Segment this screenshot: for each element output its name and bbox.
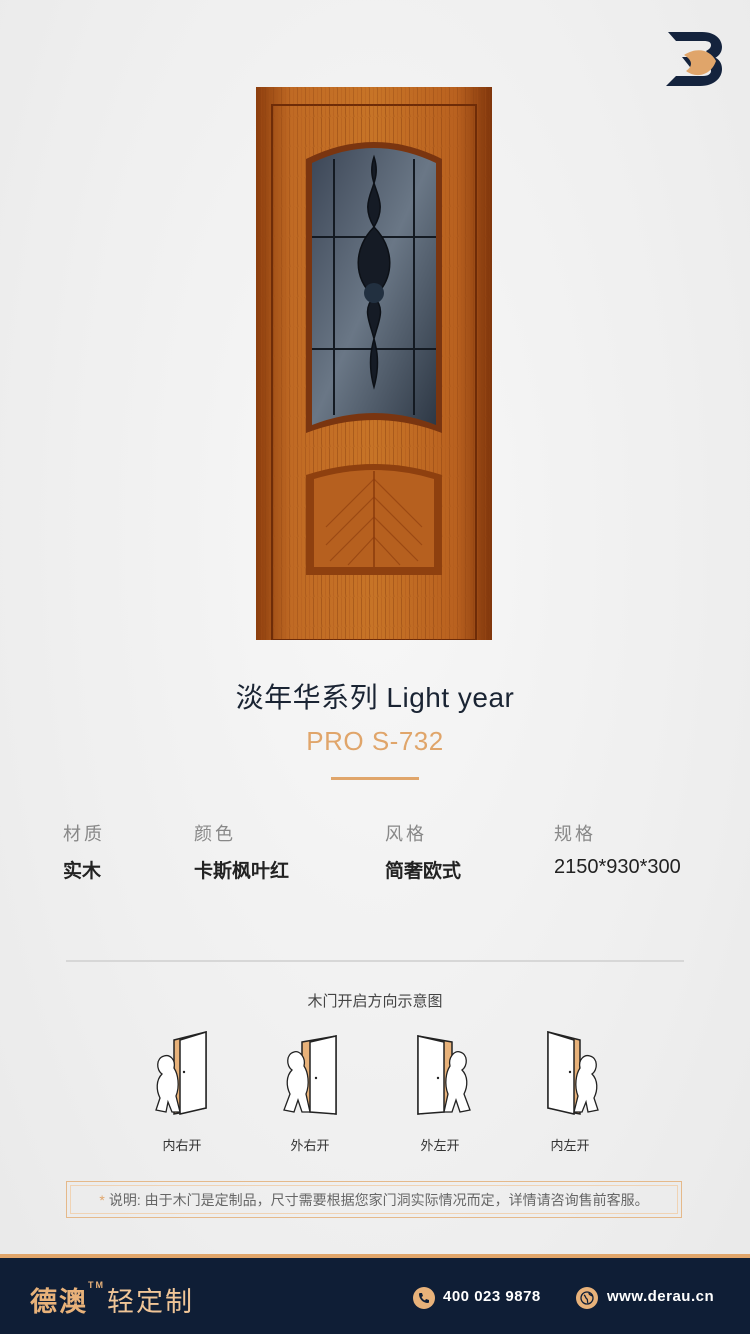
door-open-inner-right-icon	[155, 1030, 207, 1115]
spec-label-size: 规格	[554, 824, 596, 844]
spec-value-style: 简奢欧式	[385, 861, 462, 882]
model-underline	[331, 777, 419, 780]
footer-brand-suffix: 轻定制	[107, 1287, 194, 1317]
brand-logo-icon	[666, 32, 722, 86]
spec-label-material: 材质	[63, 824, 105, 844]
footer-brand: 德澳TM轻定制	[30, 1280, 194, 1319]
door-caption-outer-left: 外左开	[420, 1138, 460, 1153]
door-caption-inner-right: 内右开	[162, 1138, 202, 1153]
spec-value-color: 卡斯枫叶红	[194, 861, 290, 882]
footer-brand-name: 德澳	[30, 1287, 88, 1317]
door-open-inner-left-icon	[547, 1030, 599, 1115]
globe-icon	[576, 1287, 598, 1309]
note-text: 说明: 由于木门是定制品，尺寸需要根据您家门洞实际情况而定，详情请咨询售前客服。	[108, 1191, 649, 1208]
spec-value-material: 实木	[63, 861, 102, 882]
section-divider	[66, 960, 684, 962]
footer-bar: 德澳TM轻定制 400 023 9878 www.derau.cn	[0, 1254, 750, 1334]
phone-number[interactable]: 400 023 9878	[443, 1288, 541, 1305]
model-code: PRO S-732	[306, 726, 444, 756]
note-star: *	[99, 1191, 105, 1208]
door-caption-inner-left: 内左开	[550, 1138, 590, 1153]
series-title: 淡年华系列 Light year	[235, 682, 515, 713]
door-open-outer-left-icon	[417, 1035, 471, 1115]
footer-brand-tm: TM	[88, 1280, 105, 1290]
spec-label-color: 颜色	[194, 824, 236, 844]
door-product-image	[256, 87, 492, 640]
diagram-title: 木门开启方向示意图	[307, 993, 443, 1010]
phone-icon	[413, 1287, 435, 1309]
website-link[interactable]: www.derau.cn	[607, 1288, 714, 1305]
door-caption-outer-right: 外右开	[290, 1138, 330, 1153]
door-open-outer-right-icon	[283, 1035, 337, 1115]
spec-label-style: 风格	[385, 824, 427, 844]
note-box: * 说明: 由于木门是定制品，尺寸需要根据您家门洞实际情况而定，详情请咨询售前客…	[66, 1181, 682, 1218]
spec-value-size: 2150*930*300	[554, 856, 681, 878]
